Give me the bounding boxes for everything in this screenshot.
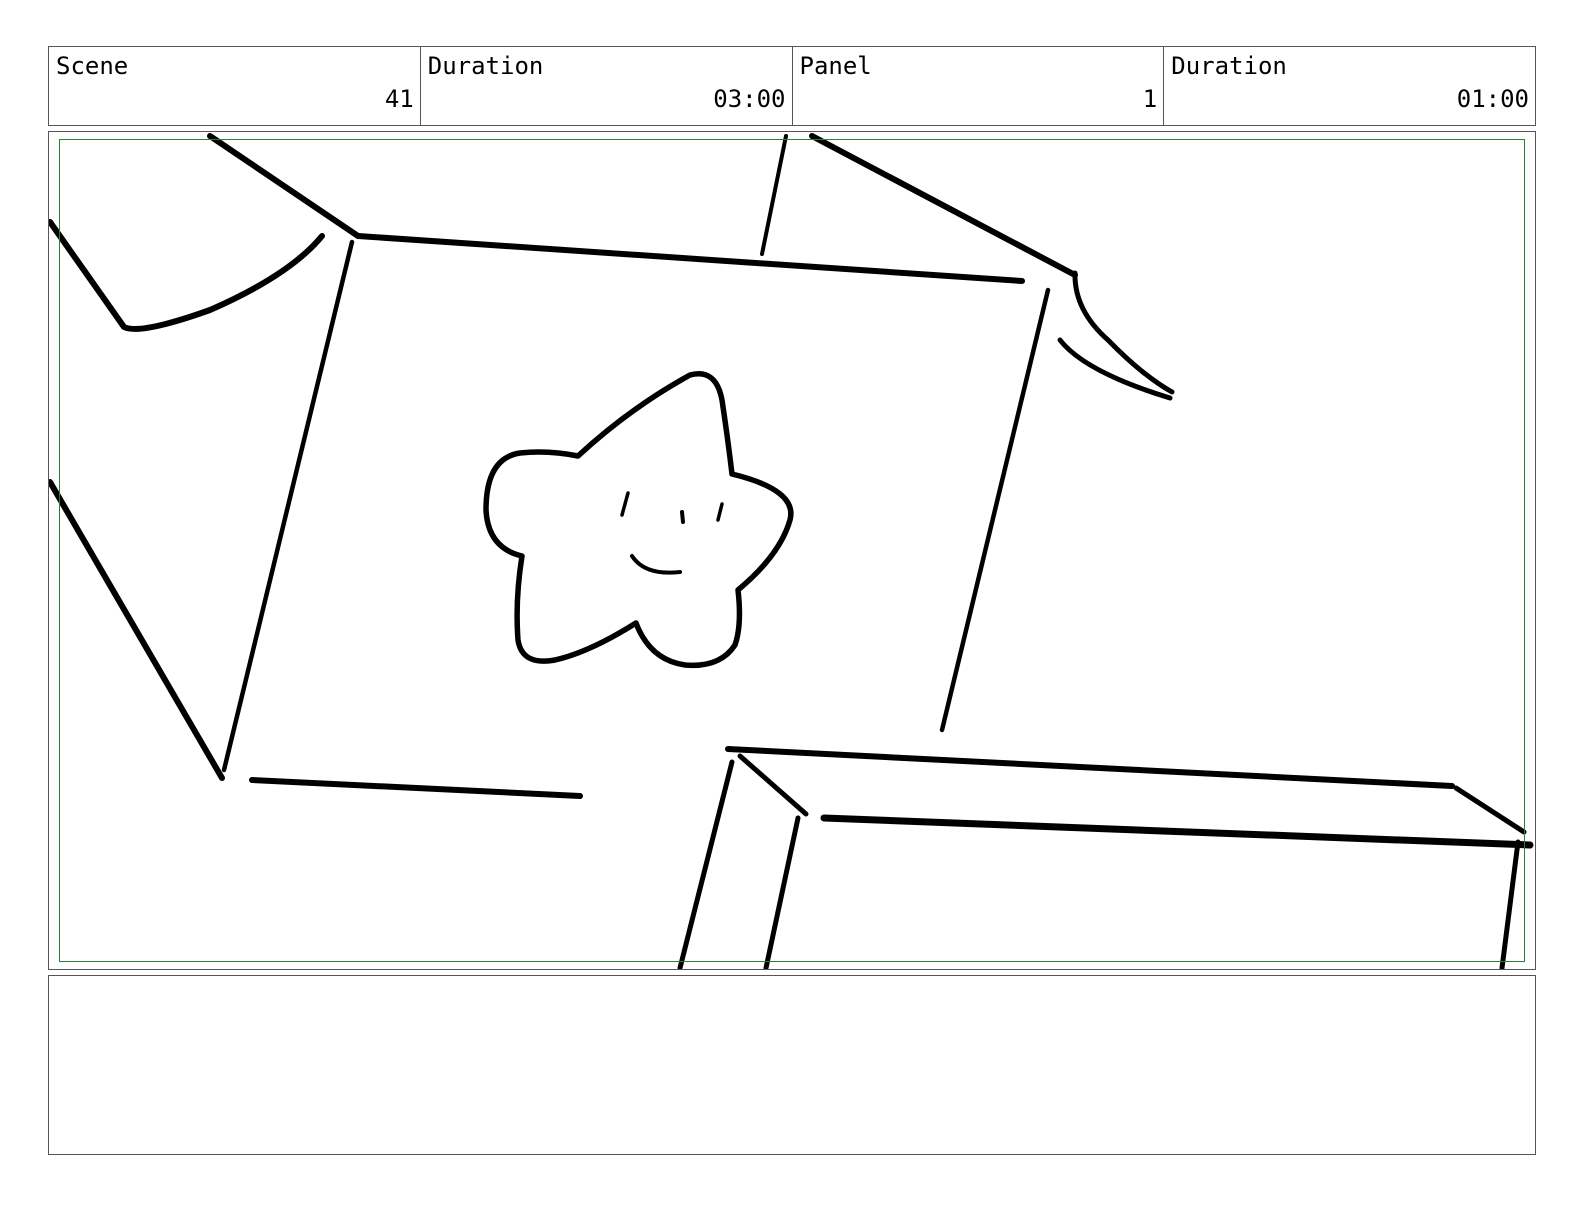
box-top-edge bbox=[355, 233, 1025, 284]
star-mouth bbox=[630, 554, 682, 575]
star-eye-middle bbox=[680, 510, 685, 524]
scene-duration-value: 03:00 bbox=[713, 85, 786, 113]
box-lower-left-edge bbox=[49, 479, 225, 781]
box-top-right-edge bbox=[809, 133, 1078, 278]
panel-duration-label: Duration bbox=[1171, 52, 1287, 80]
star-eye-right bbox=[716, 502, 724, 522]
star-eye-left bbox=[620, 491, 630, 517]
panel-drawing bbox=[49, 133, 1534, 969]
scene-duration-label: Duration bbox=[427, 52, 544, 80]
panel-number: 1 bbox=[1142, 85, 1158, 113]
panel-cell: Panel 1 bbox=[793, 47, 1165, 125]
lower-box-top-edge bbox=[725, 746, 1455, 789]
notes-box[interactable] bbox=[48, 975, 1536, 1155]
star-outline bbox=[483, 371, 794, 669]
scene-label: Scene bbox=[56, 52, 129, 80]
box-flap-right bbox=[1057, 270, 1175, 401]
scene-duration-cell: Duration 03:00 bbox=[421, 47, 793, 125]
box-flap-left bbox=[49, 219, 325, 332]
box-bottom-edge bbox=[249, 777, 583, 799]
lower-box-leg-a bbox=[677, 759, 735, 969]
panel-duration-value: 01:00 bbox=[1456, 85, 1529, 113]
box-back-edge bbox=[760, 134, 788, 256]
lower-box-corner bbox=[737, 753, 809, 817]
scene-number: 41 bbox=[384, 85, 414, 113]
box-edge-top-left bbox=[207, 133, 361, 239]
panel-duration-cell: Duration 01:00 bbox=[1164, 47, 1535, 125]
lower-box-leg-c bbox=[1499, 839, 1521, 969]
lower-box-leg-b bbox=[763, 815, 801, 969]
scene-cell: Scene 41 bbox=[49, 47, 421, 125]
box-right-edge bbox=[939, 287, 1051, 733]
lower-box-front-edge bbox=[820, 814, 1534, 849]
panel-label: Panel bbox=[799, 52, 872, 80]
storyboard-header: Scene 41 Duration 03:00 Panel 1 Duration… bbox=[48, 46, 1536, 126]
lower-box-right-slope bbox=[1453, 785, 1527, 835]
box-left-edge bbox=[221, 239, 355, 773]
